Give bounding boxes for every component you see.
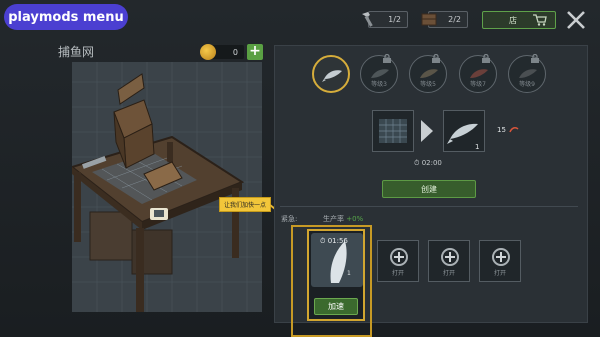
slot-open-label: 打开 — [391, 270, 404, 277]
empty-slot-2[interactable]: 打开 — [428, 240, 470, 282]
slot-count: 1 — [347, 270, 351, 277]
plus-icon — [492, 248, 510, 266]
tier-slot-1[interactable] — [312, 55, 350, 93]
fish-icon — [322, 70, 342, 82]
net-icon — [379, 119, 407, 143]
slot-open-label: 打开 — [442, 270, 455, 277]
slot-open-label: 打开 — [493, 270, 506, 277]
shop-label: 店 — [509, 15, 517, 25]
cart-icon — [533, 14, 547, 26]
tier-slot-4[interactable]: 等级7 — [459, 54, 497, 93]
slot-timer: ⏱ 01:56 — [320, 237, 348, 246]
coin-counter: 0 — [200, 44, 244, 60]
bonus-quantity: 15 — [497, 126, 506, 134]
tier-label: 等级9 — [519, 81, 535, 88]
tutorial-tooltip: 让我们加快一点 — [219, 197, 271, 212]
bait-icon — [509, 127, 519, 133]
crate-icon — [421, 13, 437, 26]
output-quantity: 1 — [475, 143, 480, 151]
empty-slot-1[interactable]: 打开 — [377, 240, 419, 282]
create-button[interactable]: 创建 — [382, 180, 476, 198]
craft-time-value: 02:00 — [421, 159, 442, 167]
rate-value: +0% — [346, 215, 364, 223]
stopwatch-icon: ⏱ — [414, 159, 420, 167]
crate-count: 2/2 — [448, 15, 461, 24]
workbench-illustration — [72, 62, 262, 312]
shop-button[interactable]: 店 — [482, 11, 556, 29]
tier-label: 等级3 — [371, 81, 387, 88]
tier-label: 等级5 — [420, 81, 436, 88]
stopwatch-icon: ⏱ — [320, 237, 326, 245]
craft-time: ⏱ 02:00 — [414, 159, 442, 168]
lock-icon — [531, 54, 539, 63]
tier-slot-3[interactable]: 等级5 — [409, 54, 447, 93]
tier-slot-5[interactable]: 等级9 — [508, 54, 546, 93]
empty-slot-3[interactable]: 打开 — [479, 240, 521, 282]
slot-timer-value: 01:56 — [327, 237, 348, 245]
hammer-count: 1/2 — [388, 15, 401, 24]
recipe-input-net[interactable] — [372, 110, 414, 152]
speed-up-button[interactable]: 加速 — [314, 298, 358, 315]
lock-icon — [383, 54, 391, 63]
tier-slot-2[interactable]: 等级3 — [360, 54, 398, 93]
add-coins-button[interactable]: + — [247, 44, 263, 60]
hammer-counter: 1/2 — [362, 11, 408, 28]
recipe-arrow — [421, 120, 433, 142]
tier-label: 等级7 — [470, 81, 486, 88]
coin-count: 0 — [232, 47, 238, 57]
materials-label: 紧急: — [281, 215, 298, 223]
crate-counter: 2/2 — [421, 11, 468, 28]
playmods-menu-button[interactable]: playmods menu — [4, 4, 128, 30]
plus-icon — [441, 248, 459, 266]
lock-icon — [482, 54, 490, 63]
plus-icon — [390, 248, 408, 266]
divider — [280, 206, 578, 207]
lock-icon — [432, 54, 440, 63]
close-icon[interactable] — [564, 8, 588, 32]
workshop-title: 捕鱼网 — [58, 45, 95, 59]
coin-icon — [200, 44, 216, 60]
rate-label: 生产率 — [323, 215, 344, 223]
production-rate: 生产率 +0% — [323, 214, 363, 224]
hammer-icon — [362, 12, 373, 27]
